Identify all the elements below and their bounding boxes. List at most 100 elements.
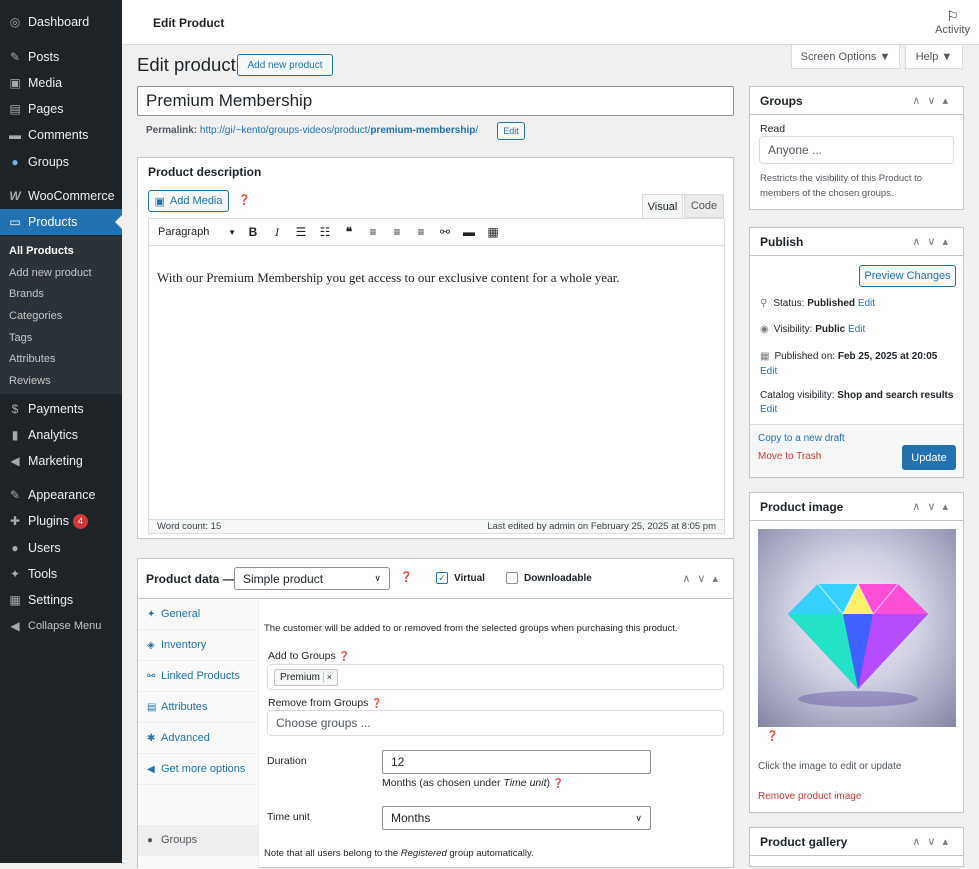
tab-code[interactable]: Code bbox=[684, 194, 724, 218]
box-controls[interactable]: ∧∨▴ bbox=[912, 235, 955, 248]
format-select[interactable]: Paragraph ▼ bbox=[153, 222, 241, 242]
menu-groups[interactable]: ● Groups bbox=[0, 150, 122, 174]
permalink-link[interactable]: http://gi/~kento/groups-videos/product/p… bbox=[200, 125, 478, 136]
remove-groups-label: Remove from Groups ❓ bbox=[268, 697, 383, 709]
menu-label: Payments bbox=[28, 402, 84, 416]
move-to-trash-link[interactable]: Move to Trash bbox=[758, 451, 821, 462]
link-icon[interactable]: ⚯ bbox=[433, 221, 457, 243]
menu-marketing[interactable]: ◀ Marketing bbox=[0, 449, 122, 473]
virtual-checkbox[interactable]: ✓ bbox=[436, 572, 448, 584]
time-unit-label: Time unit bbox=[267, 811, 310, 823]
blockquote-icon[interactable]: ❝ bbox=[337, 221, 361, 243]
submenu-all-products[interactable]: All Products bbox=[9, 245, 74, 257]
remove-tag-icon[interactable]: × bbox=[322, 671, 333, 682]
align-center-icon[interactable]: ≡ bbox=[385, 221, 409, 243]
toolbar-toggle-icon[interactable]: ▦ bbox=[481, 221, 505, 243]
add-new-product-button[interactable]: Add new product bbox=[237, 54, 333, 76]
read-more-icon[interactable]: ▬ bbox=[457, 221, 481, 243]
help-icon[interactable]: ❓ bbox=[400, 572, 412, 583]
bold-icon[interactable]: B bbox=[241, 221, 265, 243]
bullet-list-icon[interactable]: ☰ bbox=[289, 221, 313, 243]
diamond-icon bbox=[788, 582, 928, 707]
help-icon[interactable]: ❓ bbox=[553, 778, 564, 788]
remove-groups-field[interactable]: Choose groups ... bbox=[267, 710, 724, 736]
numbered-list-icon[interactable]: ☷ bbox=[313, 221, 337, 243]
tab-general[interactable]: ✦ General bbox=[138, 599, 258, 630]
tab-groups[interactable]: ● Groups bbox=[138, 825, 258, 856]
menu-dashboard[interactable]: ◎ Dashboard bbox=[0, 10, 122, 34]
product-title-input[interactable]: Premium Membership bbox=[137, 86, 734, 116]
menu-posts[interactable]: ✎ Posts bbox=[0, 45, 122, 69]
add-media-button[interactable]: ▣ Add Media bbox=[148, 190, 229, 212]
downloadable-checkbox[interactable] bbox=[506, 572, 518, 584]
activity-button[interactable]: ⚐ Activity bbox=[935, 8, 970, 36]
submenu-attributes[interactable]: Attributes bbox=[9, 353, 55, 365]
read-groups-field[interactable]: Anyone ... bbox=[759, 136, 954, 164]
tab-attributes[interactable]: ▤ Attributes bbox=[138, 692, 258, 723]
group-tag-label: Premium bbox=[280, 671, 321, 683]
box-controls[interactable]: ∧∨▴ bbox=[912, 835, 955, 848]
collapse-icon: ◀ bbox=[10, 619, 20, 633]
menu-woocommerce[interactable]: W WooCommerce bbox=[0, 184, 122, 208]
edit-date-link[interactable]: Edit bbox=[760, 366, 777, 377]
help-icon[interactable]: ❓ bbox=[371, 698, 382, 708]
menu-products[interactable]: ▭ Products bbox=[0, 209, 122, 235]
align-left-icon[interactable]: ≡ bbox=[361, 221, 385, 243]
copy-draft-link[interactable]: Copy to a new draft bbox=[758, 433, 845, 444]
menu-users[interactable]: ● Users bbox=[0, 536, 122, 560]
product-type-select[interactable]: Simple product ∨ bbox=[234, 567, 390, 590]
submenu-brands[interactable]: Brands bbox=[9, 288, 44, 300]
update-button[interactable]: Update bbox=[902, 445, 956, 470]
editor-content[interactable]: With our Premium Membership you get acce… bbox=[148, 246, 725, 520]
box-controls[interactable]: ∧∨▴ bbox=[912, 94, 955, 107]
help-icon[interactable]: ❓ bbox=[766, 731, 778, 742]
product-image[interactable] bbox=[758, 529, 956, 727]
tab-advanced[interactable]: ✱ Advanced bbox=[138, 723, 258, 754]
megaphone-icon: ◀ bbox=[147, 763, 155, 775]
tab-linked-products[interactable]: ⚯ Linked Products bbox=[138, 661, 258, 692]
menu-payments[interactable]: $ Payments bbox=[0, 397, 122, 421]
top-bar: Edit Product ⚐ Activity bbox=[122, 0, 979, 45]
tab-visual[interactable]: Visual bbox=[642, 194, 683, 218]
time-unit-select[interactable]: Months ∨ bbox=[382, 806, 651, 830]
submenu-add-new[interactable]: Add new product bbox=[9, 267, 92, 279]
edit-catalog-link[interactable]: Edit bbox=[760, 404, 777, 415]
groups-footer-note: Note that all users belong to the Regist… bbox=[264, 848, 534, 859]
menu-media[interactable]: ▣ Media bbox=[0, 71, 122, 95]
screen-options-button[interactable]: Screen Options ▼ bbox=[791, 45, 900, 69]
group-tag: Premium × bbox=[274, 668, 339, 686]
tab-get-more-options[interactable]: ◀ Get more options bbox=[138, 754, 258, 785]
hint-c: ) bbox=[546, 777, 551, 789]
page-title: Edit product bbox=[137, 54, 236, 75]
permalink-edit-button[interactable]: Edit bbox=[497, 122, 525, 140]
menu-analytics[interactable]: ▮ Analytics bbox=[0, 423, 122, 447]
edit-visibility-link[interactable]: Edit bbox=[848, 324, 865, 335]
submenu-tags[interactable]: Tags bbox=[9, 332, 32, 344]
add-groups-field[interactable]: Premium × bbox=[267, 664, 724, 690]
help-icon[interactable]: ❓ bbox=[238, 195, 250, 206]
menu-pages[interactable]: ▤ Pages bbox=[0, 97, 122, 121]
box-controls[interactable]: ∧∨▴ bbox=[912, 500, 955, 513]
edit-status-link[interactable]: Edit bbox=[858, 298, 875, 309]
permalink-row: Permalink: http://gi/~kento/groups-video… bbox=[146, 125, 478, 136]
menu-appearance[interactable]: ✎ Appearance bbox=[0, 483, 122, 507]
help-icon[interactable]: ❓ bbox=[339, 651, 350, 661]
add-groups-text: Add to Groups bbox=[268, 650, 336, 662]
hint-a: Months (as chosen under bbox=[382, 777, 504, 789]
box-controls[interactable]: ∧∨▴ bbox=[682, 572, 725, 585]
italic-icon[interactable]: I bbox=[265, 221, 289, 243]
tab-inventory[interactable]: ◈ Inventory bbox=[138, 630, 258, 661]
menu-settings[interactable]: ▦ Settings bbox=[0, 588, 122, 612]
menu-plugins[interactable]: ✚ Plugins 4 bbox=[0, 509, 122, 533]
menu-collapse[interactable]: ◀ Collapse Menu bbox=[0, 614, 122, 638]
align-right-icon[interactable]: ≡ bbox=[409, 221, 433, 243]
submenu-categories[interactable]: Categories bbox=[9, 310, 62, 322]
duration-input[interactable]: 12 bbox=[382, 750, 651, 774]
menu-comments[interactable]: ▬ Comments bbox=[0, 123, 122, 147]
help-button[interactable]: Help ▼ bbox=[905, 45, 963, 69]
remove-image-link[interactable]: Remove product image bbox=[758, 791, 861, 802]
submenu-reviews[interactable]: Reviews bbox=[9, 375, 51, 387]
menu-tools[interactable]: ✦ Tools bbox=[0, 562, 122, 586]
preview-changes-button[interactable]: Preview Changes bbox=[859, 265, 956, 287]
format-value: Paragraph bbox=[158, 226, 210, 238]
